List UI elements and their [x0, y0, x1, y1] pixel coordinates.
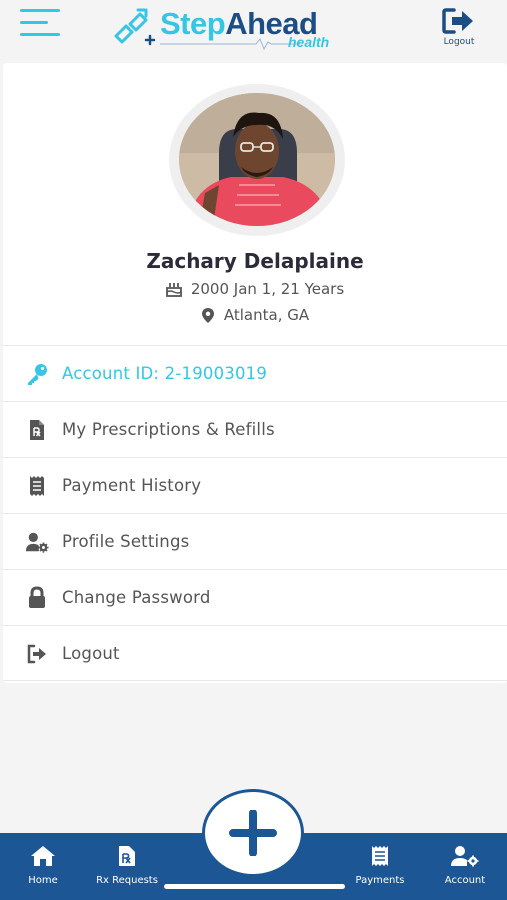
nav-account[interactable]: Account [425, 845, 505, 886]
location-pin-icon [201, 307, 214, 323]
logo-step-text: Step [160, 6, 226, 41]
nav-rx-requests-label: Rx Requests [96, 875, 158, 886]
user-gear-icon [25, 532, 49, 553]
nav-payments-label: Payments [355, 875, 405, 886]
nav-home-label: Home [28, 875, 58, 886]
user-gear-icon [451, 846, 479, 867]
home-indicator [164, 884, 345, 889]
receipt-icon [372, 846, 388, 866]
location-text: Atlanta, GA [223, 306, 310, 324]
menu-item-label: Account ID: 2-19003019 [62, 364, 268, 383]
nav-account-label: Account [444, 875, 486, 886]
location-info-row: Atlanta, GA [3, 306, 507, 324]
logo-mark-icon [114, 8, 156, 46]
header-logout-button[interactable]: Logout [436, 6, 482, 52]
profile-name: Zachary Delaplaine [146, 249, 364, 273]
logout-icon [27, 644, 46, 664]
avatar[interactable] [179, 93, 335, 226]
key-icon [28, 364, 47, 385]
menu-item-change-password[interactable]: Change Password [3, 569, 507, 625]
hamburger-menu-icon[interactable] [20, 9, 62, 37]
logout-icon [442, 8, 473, 34]
nav-home[interactable]: Home [3, 845, 83, 886]
menu-item-profile-settings[interactable]: Profile Settings [3, 513, 507, 569]
menu-item-prescriptions[interactable]: My Prescriptions & Refills [3, 401, 507, 457]
heartbeat-line-icon [160, 38, 300, 50]
receipt-icon [30, 476, 44, 496]
menu-item-payment-history[interactable]: Payment History [3, 457, 507, 513]
account-menu: Account ID: 2-19003019 My Prescriptions … [3, 345, 507, 681]
birthday-cake-icon [165, 283, 182, 297]
nav-payments[interactable]: Payments [340, 845, 420, 886]
app-header: StepAhead health Logout [0, 0, 507, 62]
logo-health-text: health [288, 34, 330, 50]
nav-rx-requests[interactable]: Rx Requests [87, 845, 167, 886]
prescription-file-icon [30, 420, 44, 440]
menu-item-logout[interactable]: Logout [3, 625, 507, 681]
birth-info-row: 2000 Jan 1, 21 Years [3, 280, 507, 298]
profile-card: Zachary Delaplaine 2000 Jan 1, 21 Years … [3, 63, 507, 683]
menu-item-account-id[interactable]: Account ID: 2-19003019 [3, 345, 507, 401]
plus-icon [229, 810, 277, 856]
stepahead-logo: StepAhead health [112, 4, 342, 54]
home-icon [31, 846, 55, 866]
menu-item-label: My Prescriptions & Refills [62, 420, 275, 439]
menu-item-label: Change Password [62, 588, 211, 607]
avatar-frame [169, 84, 345, 236]
lock-icon [29, 586, 45, 608]
menu-item-label: Payment History [62, 476, 202, 495]
add-new-button[interactable] [202, 789, 304, 877]
menu-item-label: Profile Settings [62, 532, 190, 551]
header-logout-label: Logout [443, 37, 475, 47]
rx-icon [119, 846, 135, 866]
birth-info-text: 2000 Jan 1, 21 Years [190, 280, 345, 298]
avatar-photo [179, 93, 335, 226]
menu-item-label: Logout [62, 644, 120, 663]
